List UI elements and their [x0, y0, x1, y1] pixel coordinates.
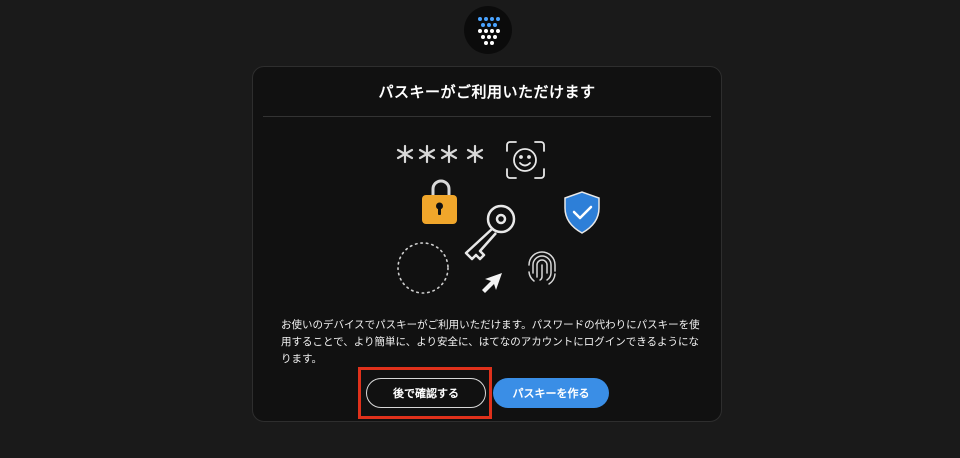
page: パスキーがご利用いただけます お使いのデバイスでパスキーがご利用いただけます。パ… [0, 0, 960, 458]
password-mask-icon [396, 144, 484, 164]
key-icon [464, 204, 516, 261]
confirm-later-button[interactable]: 後で確認する [366, 378, 486, 408]
passkey-illustration [396, 141, 600, 294]
cursor-arrow-icon [482, 273, 502, 293]
dialog-description: お使いのデバイスでパスキーがご利用いただけます。パスワードの代わりにパスキーを使… [281, 319, 700, 365]
fingerprint-icon [528, 251, 556, 285]
create-passkey-button[interactable]: パスキーを作る [493, 378, 609, 408]
hatena-logo-icon [464, 6, 512, 54]
lock-icon [422, 179, 457, 224]
shield-check-icon [564, 191, 600, 234]
dotted-circle-icon [397, 242, 449, 294]
face-id-icon [506, 141, 545, 179]
